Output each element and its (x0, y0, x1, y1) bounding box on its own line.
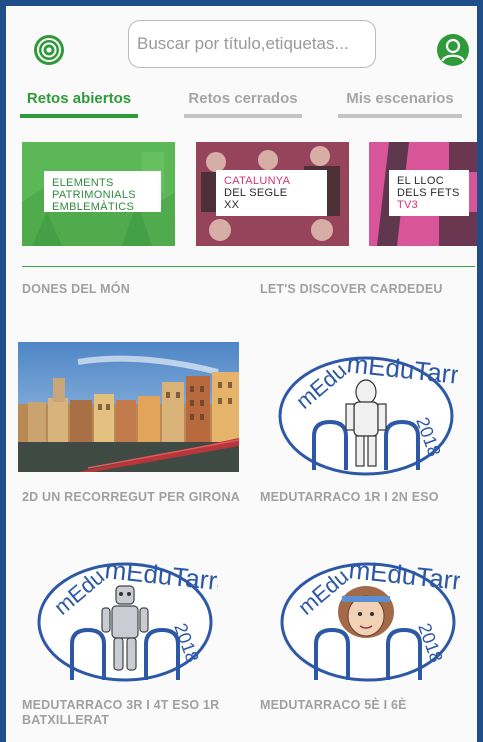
scenario-image-medutarraco-1[interactable]: mEdu mEduTarraco 2018 (274, 340, 458, 476)
medutarraco-logo: mEdu mEduTarraco 2018 (280, 554, 460, 682)
card-label-line: DEL SEGLE (224, 187, 288, 199)
tab-indicator (338, 114, 462, 118)
user-profile-icon[interactable] (436, 33, 470, 67)
tab-label: Retos abiertos (26, 90, 132, 107)
card-label-line: DELS FETS (397, 187, 460, 199)
card-label-line: TV3 (397, 199, 419, 211)
scenario-title-dones-del-mon[interactable]: DONES DEL MÓN (22, 282, 232, 297)
search-input[interactable] (128, 20, 376, 68)
card-label: EL LLOC DELS FETS TV3 (389, 170, 469, 216)
scenario-image-medutarraco-3[interactable]: mEdu mEduTarraco 2018 (32, 546, 218, 686)
card-label-line: EL LLOC (397, 175, 444, 187)
tab-retos-abiertos[interactable]: Retos abiertos (20, 88, 138, 118)
card-label-line: CATALUNYA (224, 175, 291, 187)
tab-mis-escenarios[interactable]: Mis escenarios (338, 88, 462, 118)
scenario-image-girona[interactable] (18, 342, 239, 472)
tab-retos-cerrados[interactable]: Retos cerrados (184, 88, 302, 118)
card-label: ELEMENTS PATRIMONIALS EMBLEMÀTICS (44, 171, 161, 213)
carousel-card-el-lloc-dels-fets[interactable]: EL LLOC DELS FETS TV3 (369, 142, 477, 246)
tab-label: Mis escenarios (346, 90, 454, 107)
medutarraco-logo: mEdu mEduTarraco 2018 (278, 348, 458, 476)
scenario-title-lets-discover-cardedeu[interactable]: LET'S DISCOVER CARDEDEU (260, 282, 470, 297)
scenario-title-medutarraco-5e-6e[interactable]: MEDUTARRACO 5È I 6È (260, 698, 477, 713)
carousel-card-elements-patrimonials[interactable]: ELEMENTS PATRIMONIALS EMBLEMÀTICS (22, 142, 175, 246)
scenario-title-recorregut-girona[interactable]: 2D UN RECORREGUT PER GIRONA (22, 490, 242, 505)
girona-river-photo (18, 342, 239, 472)
section-divider (22, 266, 475, 267)
card-label-line: XX (224, 199, 240, 211)
scenario-image-medutarraco-5[interactable]: mEdu mEduTarraco 2018 (276, 546, 460, 686)
target-radar-icon[interactable] (32, 33, 66, 67)
scenario-title-medutarraco-1r-2n[interactable]: MEDUTARRACO 1R I 2N ESO (260, 490, 477, 505)
card-label: CATALUNYA DEL SEGLE XX (216, 170, 327, 216)
tab-indicator (20, 114, 138, 118)
app-frame: Retos abiertos Retos cerrados Mis escena… (0, 0, 483, 742)
medutarraco-logo: mEdu mEduTarraco 2018 (37, 554, 218, 682)
tab-label: Retos cerrados (188, 90, 298, 107)
tab-indicator (184, 114, 302, 118)
carousel-card-catalunya-segle-xx[interactable]: CATALUNYA DEL SEGLE XX (196, 142, 349, 246)
scenario-title-medutarraco-3r-4t[interactable]: MEDUTARRACO 3R I 4T ESO 1R BATXILLERAT (22, 698, 242, 728)
header (6, 6, 477, 86)
card-label-line: PATRIMONIALS (52, 189, 136, 201)
tab-bar: Retos abiertos Retos cerrados Mis escena… (6, 88, 477, 120)
card-label-line: ELEMENTS (52, 177, 114, 189)
card-label-line: EMBLEMÀTICS (52, 201, 135, 213)
